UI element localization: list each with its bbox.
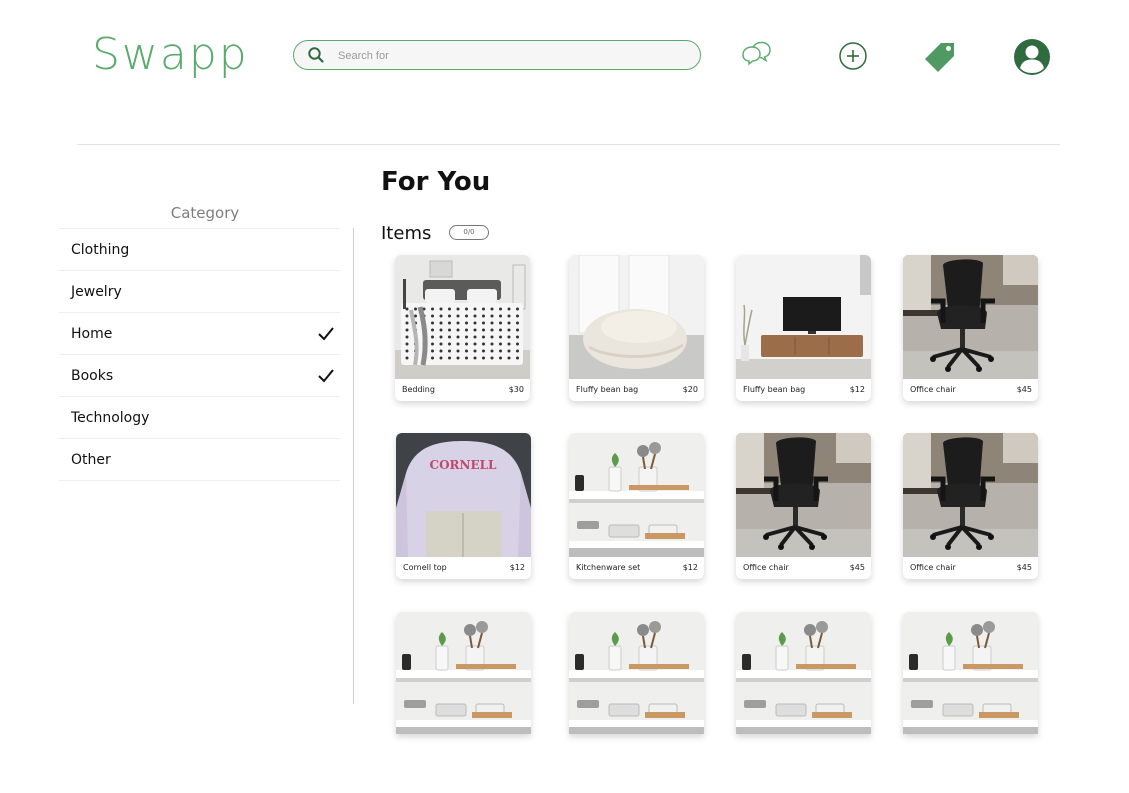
item-price: $12 [682, 563, 698, 572]
header-divider [77, 144, 1060, 145]
item-price: $45 [1016, 563, 1032, 572]
search-bar[interactable] [293, 40, 701, 70]
swapp-logo[interactable]: Swapp [92, 30, 249, 80]
item-price: $45 [1016, 385, 1032, 394]
item-name: Cornell top [403, 563, 447, 572]
item-price: $45 [849, 563, 865, 572]
office-chair-image [903, 433, 1038, 557]
item-name: Fluffy bean bag [576, 385, 639, 394]
kitchenware-image [569, 612, 704, 734]
category-item-other[interactable]: Other [59, 439, 340, 481]
office-chair-image [736, 433, 871, 557]
item-name: Office chair [910, 563, 956, 572]
item-card[interactable] [736, 612, 871, 734]
kitchenware-image [736, 612, 871, 734]
messages-icon[interactable] [739, 39, 773, 73]
item-name: Fluffy bean bag [743, 385, 806, 394]
item-card[interactable] [396, 612, 531, 734]
category-label: Home [71, 326, 113, 342]
category-item-books[interactable]: Books [59, 355, 340, 397]
item-name: Office chair [743, 563, 789, 572]
profile-icon[interactable] [1013, 38, 1051, 76]
category-item-jewelry[interactable]: Jewelry [59, 271, 340, 313]
items-heading: Items [381, 223, 432, 244]
item-card[interactable]: Office chair $45 [903, 433, 1038, 579]
category-label: Books [71, 368, 114, 384]
item-price: $12 [849, 385, 865, 394]
item-card[interactable]: Fluffy bean bag $12 [736, 255, 871, 401]
kitchenware-image [396, 612, 531, 734]
item-card[interactable]: CORNELL Cornell top $12 [396, 433, 531, 579]
bedding-image [395, 255, 530, 379]
check-icon [318, 327, 334, 341]
item-card[interactable] [569, 612, 704, 734]
item-card[interactable]: Office chair $45 [903, 255, 1038, 401]
item-name: Kitchenware set [576, 563, 641, 572]
item-card[interactable] [903, 612, 1038, 734]
kitchenware-image [569, 433, 704, 557]
category-item-home[interactable]: Home [59, 313, 340, 355]
item-price: $12 [509, 563, 525, 572]
tag-icon[interactable] [923, 39, 957, 73]
kitchenware-image [903, 612, 1038, 734]
sweatshirt-image: CORNELL [396, 433, 531, 557]
category-item-technology[interactable]: Technology [59, 397, 340, 439]
beanbag-image [569, 255, 704, 379]
check-icon [318, 369, 334, 383]
category-label: Technology [71, 410, 150, 426]
office-chair-image [903, 255, 1038, 379]
item-price: $30 [508, 385, 524, 394]
item-name: Office chair [910, 385, 956, 394]
category-item-clothing[interactable]: Clothing [59, 229, 340, 271]
category-label: Other [71, 452, 111, 468]
sidebar-divider [353, 228, 354, 704]
item-card[interactable]: Bedding $30 [395, 255, 530, 401]
search-input[interactable] [336, 45, 680, 67]
item-name: Bedding [402, 385, 435, 394]
category-title: Category [170, 204, 240, 222]
search-icon[interactable] [307, 46, 325, 64]
category-label: Jewelry [71, 284, 122, 300]
add-listing-icon[interactable] [836, 39, 870, 73]
category-list: Clothing Jewelry Home Books Technology O… [59, 228, 340, 481]
item-price: $20 [682, 385, 698, 394]
item-card[interactable]: Fluffy bean bag $20 [569, 255, 704, 401]
tv-stand-image [736, 255, 871, 379]
item-card[interactable]: Kitchenware set $12 [569, 433, 704, 579]
category-label: Clothing [71, 242, 130, 258]
page-title: For You [381, 167, 491, 197]
item-card[interactable]: Office chair $45 [736, 433, 871, 579]
sweatshirt-print: CORNELL [430, 458, 498, 472]
items-count-badge: 0/0 [449, 225, 489, 240]
